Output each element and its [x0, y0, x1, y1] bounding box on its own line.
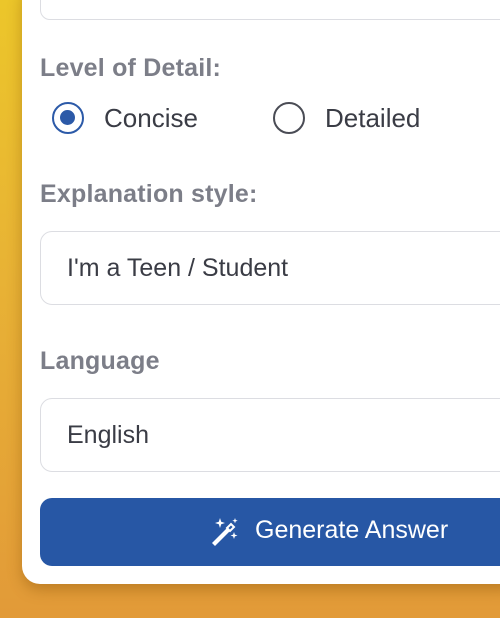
- explanation-style-value: I'm a Teen / Student: [67, 253, 289, 282]
- magic-wand-icon: [208, 516, 240, 548]
- detail-level-label: Level of Detail:: [40, 54, 222, 82]
- radio-option-detailed[interactable]: Detailed: [273, 100, 420, 136]
- radio-button-concise[interactable]: [52, 102, 84, 134]
- radio-label-concise: Concise: [104, 102, 198, 133]
- generate-answer-button[interactable]: Generate Answer: [40, 498, 500, 566]
- generate-answer-label: Generate Answer: [255, 516, 449, 544]
- language-select[interactable]: English: [40, 398, 500, 472]
- explanation-style-label: Explanation style:: [40, 180, 258, 208]
- radio-label-detailed: Detailed: [325, 102, 421, 133]
- language-label: Language: [40, 347, 160, 375]
- explanation-style-select[interactable]: I'm a Teen / Student: [40, 231, 500, 305]
- previous-input-field[interactable]: [40, 0, 500, 20]
- radio-button-detailed[interactable]: [273, 102, 305, 134]
- form-card: Level of Detail: Concise Detailed Explan…: [22, 0, 500, 584]
- radio-option-concise[interactable]: Concise: [52, 100, 198, 136]
- language-value: English: [67, 420, 149, 449]
